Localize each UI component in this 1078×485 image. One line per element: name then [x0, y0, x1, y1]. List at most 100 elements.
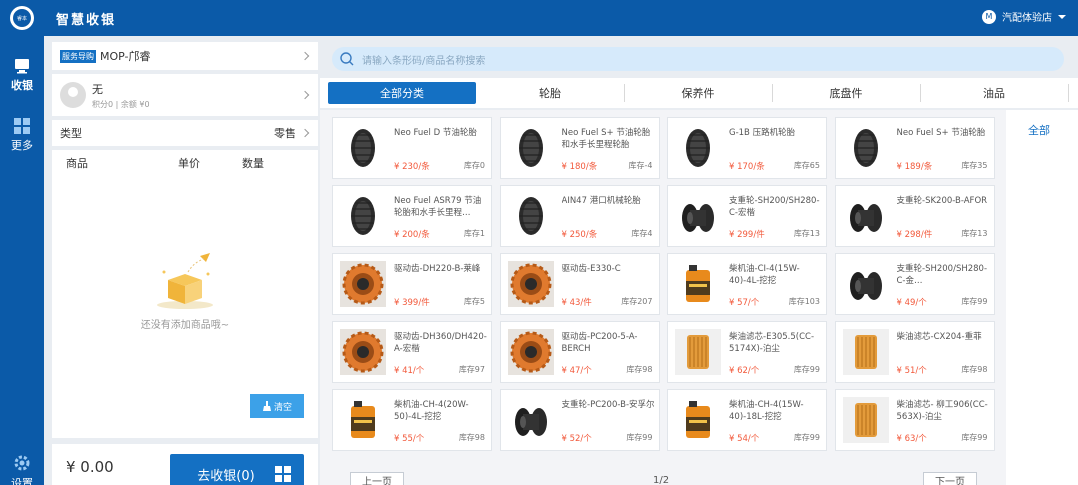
product-card[interactable]: 柴机油-CH-4(20W-50)-4L-挖挖 ¥ 55/个 库存98 [332, 389, 492, 451]
product-stock: 库存99 [793, 365, 820, 374]
tab-all[interactable]: 全部分类 [328, 82, 476, 104]
product-price: ¥ 298/件 [896, 230, 933, 240]
product-name: Neo Fuel S+ 节油轮胎 [896, 128, 986, 138]
col-product: 商品 [66, 157, 88, 170]
product-card[interactable]: 驱动齿-DH360/DH420-A-宏楷 ¥ 41/个 库存97 [332, 321, 492, 383]
top-bar: 睿本 智慧收银 M 汽配体验店 [0, 0, 1078, 36]
product-card[interactable]: AIN47 港口机械轮胎 ¥ 250/条 库存4 [499, 185, 660, 247]
product-card[interactable]: 支重轮-SK200-B-AFOR ¥ 298/件 库存13 [834, 185, 995, 247]
member-row[interactable]: 无 积分0 | 余额 ¥0 [52, 74, 318, 116]
product-name: 柴油滤芯-E305.5(CC-5174X)-泊尘 [729, 332, 815, 354]
nav-label: 收银 [11, 79, 33, 92]
product-card[interactable]: 柴油滤芯- 柳工906(CC-563X)-泊尘 ¥ 63/个 库存99 [834, 389, 995, 451]
tab-oil[interactable]: 油品 [920, 82, 1068, 104]
product-card[interactable]: Neo Fuel S+ 节油轮胎和水手长里程轮胎 ¥ 180/条 库存-4 [499, 117, 660, 179]
product-image [507, 329, 554, 375]
product-image [675, 397, 721, 443]
product-name: 支重轮-SH200/SH280-C-宏楷 [729, 196, 820, 218]
product-price: ¥ 51/个 [896, 366, 927, 376]
product-image [507, 125, 554, 171]
cart-list: 商品 单价 数量 还没有添加商品哦~ 清空 [52, 150, 318, 438]
product-stock: 库存4 [631, 229, 653, 238]
product-stock: 库存98 [961, 365, 988, 374]
product-image [340, 193, 386, 239]
store-switcher[interactable]: M 汽配体验店 [982, 9, 1066, 24]
tab-chassis[interactable]: 底盘件 [772, 82, 920, 104]
pagination: 上一页 1/2 下一页 [320, 466, 1006, 485]
order-type-row[interactable]: 类型 零售 [52, 120, 318, 146]
product-card[interactable]: 支重轮-PC200-B-安孚尔 ¥ 52/个 库存99 [499, 389, 660, 451]
subcategory-all[interactable]: 全部 [1028, 122, 1050, 138]
product-price: ¥ 54/个 [729, 434, 760, 444]
product-image [340, 261, 386, 307]
product-stock: 库存97 [458, 365, 485, 374]
product-name: 支重轮-SH200/SH280-C-金… [896, 264, 988, 286]
product-image [675, 329, 721, 375]
product-card[interactable]: 柴油滤芯-CX204-重菲 ¥ 51/个 库存98 [834, 321, 995, 383]
member-name: 无 [92, 82, 103, 96]
chevron-right-icon [300, 128, 310, 138]
service-guide-row[interactable]: 服务导购 MOP-邝睿 [52, 42, 318, 70]
product-stock: 库存207 [621, 297, 653, 306]
product-name: 支重轮-SK200-B-AFOR [896, 196, 988, 206]
quick-menu-button[interactable] [262, 454, 304, 485]
type-label: 类型 [60, 127, 82, 140]
app-logo: 睿本 [10, 6, 34, 30]
product-card[interactable]: 驱动齿-PC200-5-A-BERCH ¥ 47/个 库存98 [499, 321, 660, 383]
grid-icon [14, 118, 30, 134]
product-price: ¥ 55/个 [394, 434, 425, 444]
product-stock: 库存13 [961, 229, 988, 238]
service-tag: 服务导购 [60, 49, 96, 63]
product-image [507, 193, 554, 239]
empty-box-icon [157, 253, 213, 309]
product-image [675, 125, 721, 171]
product-card[interactable]: Neo Fuel ASR79 节油轮胎和水手长里程… ¥ 200/条 库存1 [332, 185, 492, 247]
product-name: 柴机油-CH-4(15W-40)-18L-挖挖 [729, 400, 804, 422]
service-name: MOP-邝睿 [100, 50, 151, 63]
product-card[interactable]: 驱动齿-E330-C ¥ 43/件 库存207 [499, 253, 660, 315]
next-page-button[interactable]: 下一页 [923, 472, 977, 485]
product-price: ¥ 189/条 [896, 162, 933, 172]
subcategory-panel: 全部 [1006, 110, 1078, 485]
product-price: ¥ 399/件 [394, 298, 430, 308]
search-input[interactable]: 请输入条形码/商品名称搜索 [332, 47, 1064, 71]
product-stock: 库存1 [463, 229, 485, 238]
product-stock: 库存103 [788, 297, 820, 306]
product-price: ¥ 63/个 [896, 434, 927, 444]
nav-label: 设置 [11, 477, 33, 485]
product-name: Neo Fuel D 节油轮胎 [394, 128, 477, 138]
product-card[interactable]: G-1B 压路机轮胎 ¥ 170/条 库存65 [667, 117, 827, 179]
product-price: ¥ 41/个 [394, 366, 425, 376]
product-price: ¥ 43/件 [561, 298, 592, 308]
product-image [507, 261, 554, 307]
product-card[interactable]: 柴机油-CI-4(15W-40)-4L-挖挖 ¥ 57/个 库存103 [667, 253, 827, 315]
nav-item-settings[interactable]: 设置 [0, 454, 44, 485]
product-card[interactable]: 驱动齿-DH220-B-莱峰 ¥ 399/件 库存5 [332, 253, 492, 315]
product-price: ¥ 230/条 [394, 162, 430, 172]
product-price: ¥ 52/个 [561, 434, 592, 444]
clear-button[interactable]: 清空 [250, 394, 304, 418]
product-stock: 库存99 [961, 297, 988, 306]
prev-page-button[interactable]: 上一页 [350, 472, 404, 485]
product-image [842, 261, 889, 307]
product-name: 柴机油-CI-4(15W-40)-4L-挖挖 [729, 264, 800, 286]
page-indicator: 1/2 [653, 475, 670, 485]
tab-maintenance[interactable]: 保养件 [624, 82, 772, 104]
product-image [675, 193, 721, 239]
product-stock: 库存98 [626, 365, 653, 374]
product-price: ¥ 180/条 [561, 162, 598, 172]
product-card[interactable]: 柴油滤芯-E305.5(CC-5174X)-泊尘 ¥ 62/个 库存99 [667, 321, 827, 383]
left-nav: 收银 更多 设置 [0, 36, 44, 485]
nav-item-cashier[interactable]: 收银 [0, 58, 44, 93]
product-image [507, 397, 554, 443]
type-value: 零售 [274, 127, 296, 140]
product-card[interactable]: 支重轮-SH200/SH280-C-宏楷 ¥ 299/件 库存13 [667, 185, 827, 247]
product-card[interactable]: 柴机油-CH-4(15W-40)-18L-挖挖 ¥ 54/个 库存99 [667, 389, 827, 451]
product-card[interactable]: Neo Fuel S+ 节油轮胎 ¥ 189/条 库存35 [834, 117, 995, 179]
tab-tires[interactable]: 轮胎 [476, 82, 624, 104]
product-card[interactable]: Neo Fuel D 节油轮胎 ¥ 230/条 库存0 [332, 117, 492, 179]
product-card[interactable]: 支重轮-SH200/SH280-C-金… ¥ 49/个 库存99 [834, 253, 995, 315]
nav-item-more[interactable]: 更多 [0, 118, 44, 153]
chevron-right-icon [300, 51, 310, 61]
col-quantity: 数量 [242, 157, 264, 170]
